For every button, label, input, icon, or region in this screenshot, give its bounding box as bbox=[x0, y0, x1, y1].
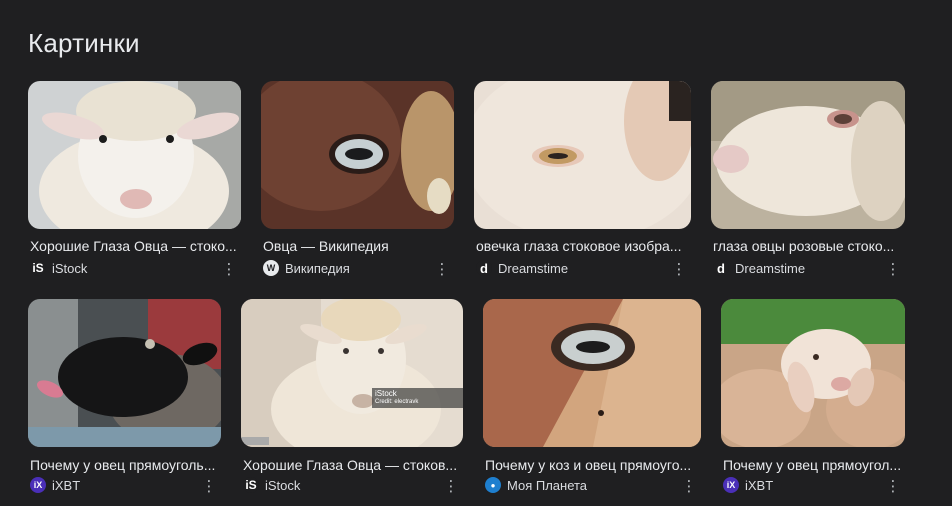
more-options-icon[interactable]: ⋮ bbox=[443, 478, 459, 494]
source-label: iXBT bbox=[745, 477, 774, 493]
image-thumbnail[interactable] bbox=[474, 81, 691, 229]
image-source[interactable]: iX iXBT bbox=[723, 477, 773, 493]
image-caption[interactable]: Почему у овец прямоугол... bbox=[723, 457, 903, 473]
source-label: iStock bbox=[265, 477, 301, 493]
image-caption[interactable]: Хорошие Глаза Овца — стоко... bbox=[30, 238, 238, 254]
source-label: Dreamstime bbox=[735, 260, 806, 276]
image-caption[interactable]: Почему у коз и овец прямоуго... bbox=[485, 457, 698, 473]
ixbt-icon: iX bbox=[30, 477, 46, 493]
more-options-icon[interactable]: ⋮ bbox=[885, 261, 901, 277]
more-options-icon[interactable]: ⋮ bbox=[434, 261, 450, 277]
source-label: Википедия bbox=[285, 260, 350, 276]
more-options-icon[interactable]: ⋮ bbox=[681, 478, 697, 494]
watermark-brand: iStock bbox=[375, 389, 397, 398]
source-label: Моя Планета bbox=[507, 477, 588, 493]
image-source[interactable]: iS iStock bbox=[243, 477, 300, 493]
image-thumbnail[interactable] bbox=[483, 299, 701, 447]
image-source[interactable]: d Dreamstime bbox=[713, 260, 805, 276]
dreamstime-icon: d bbox=[713, 260, 729, 276]
image-source[interactable]: d Dreamstime bbox=[476, 260, 568, 276]
image-result-card[interactable]: Почему у коз и овец прямоуго... ● Моя Пл… bbox=[483, 299, 701, 494]
image-thumbnail[interactable] bbox=[721, 299, 905, 447]
source-label: Dreamstime bbox=[498, 260, 569, 276]
image-source[interactable]: iX iXBT bbox=[30, 477, 80, 493]
dreamstime-icon: d bbox=[476, 260, 492, 276]
image-result-card[interactable]: глаза овцы розовые стоко... d Dreamstime… bbox=[711, 81, 905, 277]
image-source[interactable]: iS iStock bbox=[30, 260, 87, 276]
images-section-title: Картинки bbox=[28, 28, 140, 58]
moya-planeta-icon: ● bbox=[485, 477, 501, 493]
istock-icon: iS bbox=[30, 260, 46, 276]
image-thumbnail[interactable]: iStock Credit: electravk bbox=[241, 299, 463, 447]
image-caption[interactable]: овечка глаза стоковое изобра... bbox=[476, 238, 688, 254]
source-label: iXBT bbox=[52, 477, 81, 493]
image-caption[interactable]: глаза овцы розовые стоко... bbox=[713, 238, 902, 254]
more-options-icon[interactable]: ⋮ bbox=[201, 478, 217, 494]
more-options-icon[interactable]: ⋮ bbox=[221, 261, 237, 277]
image-thumbnail[interactable] bbox=[711, 81, 905, 229]
image-caption[interactable]: Хорошие Глаза Овца — стоков... bbox=[243, 457, 460, 473]
watermark-credit: Credit: electravk bbox=[375, 399, 419, 405]
image-result-card[interactable]: Почему у овец прямоуголь... iX iXBT ⋮ bbox=[28, 299, 221, 494]
istock-watermark: iStock Credit: electravk bbox=[372, 388, 463, 408]
image-caption[interactable]: Овца — Википедия bbox=[263, 238, 451, 254]
ixbt-icon: iX bbox=[723, 477, 739, 493]
more-options-icon[interactable]: ⋮ bbox=[671, 261, 687, 277]
image-thumbnail[interactable] bbox=[261, 81, 454, 229]
image-thumbnail[interactable] bbox=[28, 299, 221, 447]
source-label: iStock bbox=[52, 260, 88, 276]
image-result-card[interactable]: Почему у овец прямоугол... iX iXBT ⋮ bbox=[721, 299, 905, 494]
istock-icon: iS bbox=[243, 477, 259, 493]
wikipedia-icon: W bbox=[263, 260, 279, 276]
more-options-icon[interactable]: ⋮ bbox=[885, 478, 901, 494]
image-result-card[interactable]: Овца — Википедия W Википедия ⋮ bbox=[261, 81, 454, 277]
image-caption[interactable]: Почему у овец прямоуголь... bbox=[30, 457, 218, 473]
image-result-card[interactable]: Хорошие Глаза Овца — стоко... iS iStock … bbox=[28, 81, 241, 277]
image-result-card[interactable]: овечка глаза стоковое изобра... d Dreams… bbox=[474, 81, 691, 277]
image-source[interactable]: ● Моя Планета bbox=[485, 477, 587, 493]
image-thumbnail[interactable] bbox=[28, 81, 241, 229]
image-source[interactable]: W Википедия bbox=[263, 260, 350, 276]
image-result-card[interactable]: iStock Credit: electravk Хорошие Глаза О… bbox=[241, 299, 463, 494]
